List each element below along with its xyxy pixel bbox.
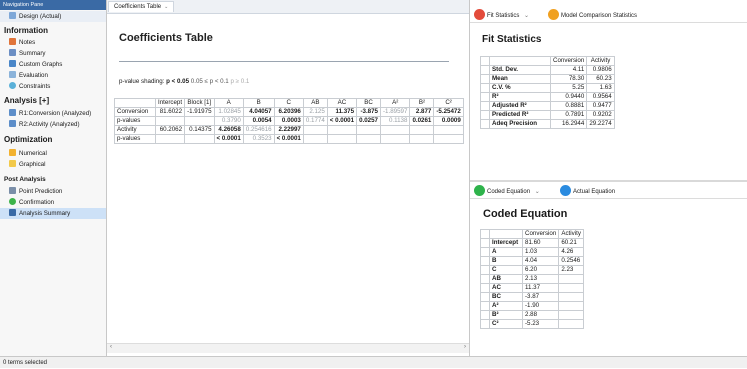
nav-item-summary[interactable]: Summary xyxy=(0,48,106,59)
lightbulb-icon xyxy=(9,160,16,167)
nav-item-constraints[interactable]: Constraints xyxy=(0,81,106,92)
nav-section-information: Information xyxy=(4,26,48,35)
nav-item-r2-activity[interactable]: R2:Activity (Analyzed) xyxy=(0,119,106,130)
numerical-icon xyxy=(9,149,16,156)
coded-equation-title: Coded Equation xyxy=(483,208,568,220)
coefficients-table: Intercept Block [1] A B C AB AC BC A² B²… xyxy=(114,98,464,144)
nav-item-r1-conversion[interactable]: R1:Conversion (Analyzed) xyxy=(0,108,106,119)
table-row: C 6.20 2.23 xyxy=(480,265,584,275)
chart-icon xyxy=(9,60,16,67)
table-row: R² 0.9440 0.9564 xyxy=(480,92,615,102)
title-divider xyxy=(119,61,449,62)
summary-table-icon xyxy=(9,209,16,216)
fit-statistics-table: Conversion Activity Std. Dev. 4.11 0.9806 … xyxy=(480,56,615,129)
table-row: B² 2.88 xyxy=(480,310,584,320)
table-row: p-values 0.3790 0.0054 0.0003 0.1774 < 0… xyxy=(114,116,464,126)
tab-coefficients-table[interactable]: Coefficients Table ⌄ xyxy=(108,1,175,12)
table-row: Activity 60.2062 0.14375 4.26058 0.25461… xyxy=(114,125,464,135)
page-title: Coefficients Table xyxy=(119,32,213,44)
center-tab-bar: Coefficients Table ⌄ xyxy=(107,0,469,14)
coded-tab-bar: Coded Equation ⌄ Actual Equation xyxy=(470,184,747,199)
chevron-down-icon[interactable]: ⌄ xyxy=(535,189,540,195)
nav-item-design[interactable]: Design (Actual) xyxy=(0,11,106,22)
fit-statistics-panel: Fit Statistics ⌄ Model Comparison Statis… xyxy=(470,0,747,180)
fit-statistics-icon xyxy=(474,9,485,20)
table-row: Mean 78.30 60.23 xyxy=(480,74,615,84)
table-header-row: Intercept Block [1] A B C AB AC BC A² B²… xyxy=(114,98,464,108)
analysis-icon xyxy=(9,120,16,127)
table-row: B 4.04 0.2546 xyxy=(480,256,584,266)
nav-section-analysis[interactable]: Analysis [+] xyxy=(0,95,106,106)
fit-statistics-title: Fit Statistics xyxy=(482,34,542,45)
tab-coded-equation[interactable]: Coded Equation ⌄ xyxy=(474,185,540,197)
constraints-icon xyxy=(9,82,16,89)
scroll-left-icon[interactable]: ‹ xyxy=(110,344,112,350)
table-row: C.V. % 5.25 1.63 xyxy=(480,83,615,93)
nav-section-post-analysis: Post Analysis xyxy=(4,176,46,183)
table-row: p-values < 0.0001 0.3523 < 0.0001 xyxy=(114,134,464,144)
fit-tab-bar: Fit Statistics ⌄ Model Comparison Statis… xyxy=(470,8,747,23)
table-row: AB 2.13 xyxy=(480,274,584,284)
summary-icon xyxy=(9,49,16,56)
table-row: A² -1.90 xyxy=(480,301,584,311)
coded-equation-icon xyxy=(474,185,485,196)
status-bar: 0 terms selected xyxy=(0,356,747,368)
table-icon xyxy=(9,12,16,19)
table-row: Conversion 81.6022 -1.91975 1.02845 4.04… xyxy=(114,107,464,117)
table-row: BC -3.87 xyxy=(480,292,584,302)
model-comparison-icon xyxy=(548,9,559,20)
actual-equation-icon xyxy=(560,185,571,196)
pencil-icon xyxy=(9,38,16,45)
table-row: Predicted R² 0.7891 0.9202 xyxy=(480,110,615,120)
magnifier-icon xyxy=(9,71,16,78)
p-value-shading-legend: p-value shading: p < 0.05 0.05 ≤ p < 0.1… xyxy=(119,78,250,85)
navigation-pane: Navigation Pane Design (Actual) Informat… xyxy=(0,0,107,356)
chevron-down-icon[interactable]: ⌄ xyxy=(524,13,529,19)
horizontal-scrollbar[interactable]: ‹ › xyxy=(107,343,469,353)
tab-actual-equation[interactable]: Actual Equation xyxy=(560,185,615,197)
magnifier-icon xyxy=(9,187,16,194)
nav-item-point-prediction[interactable]: Point Prediction xyxy=(0,186,106,197)
table-row: Intercept 81.60 60.21 xyxy=(480,238,584,248)
table-row: AC 11.37 xyxy=(480,283,584,293)
table-row: A 1.03 4.26 xyxy=(480,247,584,257)
coded-equation-table: Conversion Activity Intercept 81.60 60.21 … xyxy=(480,229,584,329)
table-row: Std. Dev. 4.11 0.9806 xyxy=(480,65,615,75)
nav-section-optimization: Optimization xyxy=(4,135,53,144)
table-header-row: Conversion Activity xyxy=(480,229,584,239)
table-row: Adeq Precision 16.2944 29.2274 xyxy=(480,119,615,129)
check-icon xyxy=(9,198,16,205)
analysis-icon xyxy=(9,109,16,116)
nav-item-numerical[interactable]: Numerical xyxy=(0,148,106,159)
nav-item-evaluation[interactable]: Evaluation xyxy=(0,70,106,81)
nav-item-custom-graphs[interactable]: Custom Graphs xyxy=(0,59,106,70)
nav-item-notes[interactable]: Notes xyxy=(0,37,106,48)
nav-item-graphical[interactable]: Graphical xyxy=(0,159,106,170)
coefficients-panel: Coefficients Table ⌄ Coefficients Table p… xyxy=(107,0,470,356)
nav-item-analysis-summary[interactable]: Analysis Summary xyxy=(0,208,106,219)
navigation-pane-header: Navigation Pane xyxy=(0,0,106,10)
table-row: Adjusted R² 0.8881 0.9477 xyxy=(480,101,615,111)
table-row: C² -5.23 xyxy=(480,319,584,329)
table-header-row: Conversion Activity xyxy=(480,56,615,66)
chevron-down-icon[interactable]: ⌄ xyxy=(164,4,168,10)
scroll-right-icon[interactable]: › xyxy=(464,344,466,350)
coded-equation-panel: Coded Equation ⌄ Actual Equation Coded E… xyxy=(470,182,747,356)
tab-fit-statistics[interactable]: Fit Statistics ⌄ xyxy=(474,9,529,21)
nav-item-confirmation[interactable]: Confirmation xyxy=(0,197,106,208)
tab-model-comparison[interactable]: Model Comparison Statistics xyxy=(548,9,637,21)
